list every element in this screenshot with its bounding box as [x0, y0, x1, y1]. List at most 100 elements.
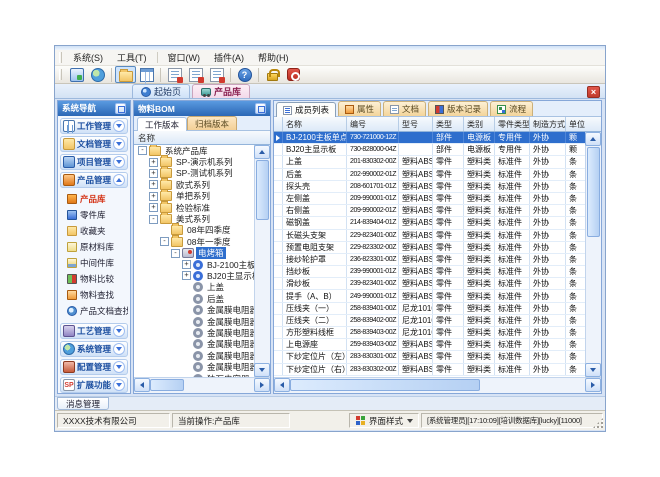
column-header-3[interactable]: 型号	[399, 117, 433, 131]
chevron-up-icon[interactable]	[113, 174, 125, 186]
column-header-2[interactable]: 编号	[347, 117, 399, 131]
help-button[interactable]	[234, 66, 255, 83]
lock-button[interactable]	[262, 66, 283, 83]
table-row[interactable]: 右侧盖209-990002-01Z塑料ABS零件塑料类标准件外协条	[274, 205, 585, 217]
chevron-down-icon[interactable]	[113, 379, 125, 391]
tree-node[interactable]: 金属膜电阻器	[134, 304, 254, 315]
nav-material-find[interactable]: 物料查找	[60, 287, 128, 303]
chevron-down-icon[interactable]	[113, 120, 125, 132]
tree-node[interactable]: -电烤箱	[134, 248, 254, 259]
report-new-button[interactable]	[164, 66, 185, 83]
group-extend[interactable]: 扩展功能	[60, 377, 128, 393]
tree-node[interactable]: 08年四季度	[134, 225, 254, 236]
chevron-down-icon[interactable]	[113, 361, 125, 373]
group-craft[interactable]: 工艺管理	[60, 323, 128, 339]
tree-expander[interactable]: +	[149, 169, 158, 178]
tree-expander[interactable]: -	[149, 215, 158, 224]
nav-middleware-library[interactable]: 中间件库	[60, 255, 128, 271]
column-header-1[interactable]: 名称	[283, 117, 347, 131]
table-row[interactable]: 探头壳208-601701-01Z塑料ABS零件塑料类标准件外协条	[274, 181, 585, 193]
workspace-button[interactable]	[66, 66, 87, 83]
tab-documents[interactable]: 文档	[383, 101, 426, 116]
tree-node[interactable]: 金属膜电阻器	[134, 350, 254, 361]
table-row[interactable]: BJ-2100主板单点730-721000-12Z部件电源板专用件外协颗	[274, 132, 585, 144]
tab-workflow[interactable]: 流程	[490, 101, 533, 116]
data-grid-button[interactable]	[136, 66, 157, 83]
tree-vertical-scrollbar[interactable]	[254, 145, 270, 377]
nav-material-compare[interactable]: 物料比较	[60, 271, 128, 287]
tree-node[interactable]: 金属膜电阻器	[134, 316, 254, 327]
table-row[interactable]: 长磁头支架229-823401-00Z塑料ABS零件塑料类标准件外协条	[274, 230, 585, 242]
tab-version-history[interactable]: 版本记录	[428, 101, 488, 116]
grid-vertical-scrollbar[interactable]	[585, 132, 601, 377]
tree-node[interactable]: 金属膜电阻器	[134, 339, 254, 350]
nav-favorites[interactable]: 收藏夹	[60, 223, 128, 239]
tree-node[interactable]: 金属膜电阻器	[134, 327, 254, 338]
report-manage-button[interactable]	[185, 66, 206, 83]
tree-node[interactable]: -系统产品库	[134, 145, 254, 156]
open-library-button[interactable]	[115, 66, 136, 83]
tree-expander[interactable]: +	[149, 180, 158, 189]
table-row[interactable]: 接纱轮护罩236-823301-00Z塑料ABS零件塑料类标准件外协条	[274, 254, 585, 266]
table-row[interactable]: 左侧盖209-990001-01Z塑料ABS零件塑料类标准件外协条	[274, 193, 585, 205]
chevron-down-icon[interactable]	[113, 156, 125, 168]
tree-column-header[interactable]: 名称	[134, 131, 270, 145]
tab-member-list[interactable]: 成员列表	[276, 102, 336, 117]
chevron-down-icon[interactable]	[113, 138, 125, 150]
tree-node[interactable]: +检验标准	[134, 202, 254, 213]
group-system[interactable]: 系统管理	[60, 341, 128, 357]
table-row[interactable]: 下纱定位片（右）283-830302-00Z塑料ABS零件塑料类标准件外协条	[274, 364, 585, 376]
tree-node[interactable]: +SP-演示机系列	[134, 156, 254, 167]
exit-button[interactable]	[283, 66, 304, 83]
table-row[interactable]: 提手（A、B）249-990001-01Z塑料ABS零件塑料类标准件外协条	[274, 290, 585, 302]
group-work[interactable]: 工作管理	[60, 118, 128, 134]
tree-expander[interactable]: -	[171, 249, 180, 258]
tree-node[interactable]: -美式系列	[134, 213, 254, 224]
tree-expander[interactable]: -	[160, 237, 169, 246]
tree-node[interactable]: +BJ20主显示板	[134, 270, 254, 281]
tree-expander[interactable]: -	[138, 146, 147, 155]
tab-start-page[interactable]: 起始页	[132, 84, 190, 98]
tree-node[interactable]: 上盖	[134, 282, 254, 293]
table-row[interactable]: 上电源座259-839403-00Z塑料ABS零件塑料类标准件外协条	[274, 339, 585, 351]
nav-product-library[interactable]: 产品库	[60, 191, 128, 207]
tree-node[interactable]: +欧式系列	[134, 179, 254, 190]
menu-window[interactable]: 窗口(W)	[161, 50, 208, 65]
tree-expander[interactable]: +	[149, 203, 158, 212]
table-row[interactable]: 后盖202-990002-01Z塑料ABS零件塑料类标准件外协条	[274, 169, 585, 181]
column-header-7[interactable]: 制造方式	[530, 117, 566, 131]
tree-node[interactable]: +SP-测试机系列	[134, 168, 254, 179]
tab-product-library[interactable]: 产品库	[192, 84, 250, 98]
menu-help[interactable]: 帮助(H)	[251, 50, 296, 65]
column-header-4[interactable]: 类型	[433, 117, 464, 131]
group-product[interactable]: 产品管理	[60, 172, 128, 188]
chevron-down-icon[interactable]	[113, 343, 125, 355]
tree-node[interactable]: 后盖	[134, 293, 254, 304]
table-row[interactable]: 挡纱板239-990001-01Z塑料ABS零件塑料类标准件外协条	[274, 266, 585, 278]
table-row[interactable]: 方形塑料线框258-839403-00Z尼龙1010零件塑料类标准件外协条	[274, 327, 585, 339]
tree-node[interactable]: +单把系列	[134, 191, 254, 202]
style-selector[interactable]: 界面样式	[349, 413, 419, 428]
table-row[interactable]: 磁钢盖214-839404-01Z塑料ABS零件塑料类标准件外协条	[274, 217, 585, 229]
column-header-6[interactable]: 零件类型	[495, 117, 530, 131]
menu-plugins[interactable]: 插件(A)	[207, 50, 251, 65]
sidebar-menu-button[interactable]	[115, 103, 126, 114]
nav-product-doc-find[interactable]: 产品文档查找	[60, 303, 128, 319]
table-row[interactable]: BJ20主显示板730-828000-04Z部件电源板专用件外协颗	[274, 144, 585, 156]
nav-parts-library[interactable]: 零件库	[60, 207, 128, 223]
browser-button[interactable]	[87, 66, 108, 83]
chevron-down-icon[interactable]	[113, 325, 125, 337]
table-row[interactable]: 压线夹（二）258-839402-00Z尼龙1010零件塑料类标准件外协条	[274, 315, 585, 327]
table-row[interactable]: 下纱定位片（左）283-830301-00Z塑料ABS零件塑料类标准件外协条	[274, 351, 585, 363]
tree-expander[interactable]: +	[149, 158, 158, 167]
group-document[interactable]: 文档管理	[60, 136, 128, 152]
group-project[interactable]: 项目管理	[60, 154, 128, 170]
table-row[interactable]: 压线夹（一）258-839401-00Z尼龙1010零件塑料类标准件外协条	[274, 303, 585, 315]
menu-system[interactable]: 系统(S)	[66, 50, 110, 65]
column-header-5[interactable]: 类别	[464, 117, 495, 131]
tree-expander[interactable]: +	[182, 260, 191, 269]
column-header-8[interactable]: 单位	[566, 117, 601, 131]
tree-expander[interactable]: +	[182, 271, 191, 280]
message-manager-tab[interactable]: 消息管理	[57, 397, 109, 410]
tree-node[interactable]: +BJ-2100主板单点	[134, 259, 254, 270]
